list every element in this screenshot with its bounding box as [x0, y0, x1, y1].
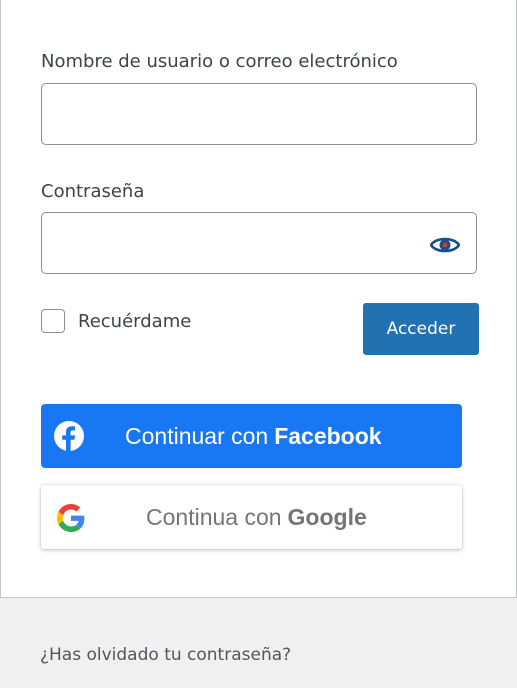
username-input[interactable] [41, 83, 477, 145]
remember-me-label: Recuérdame [78, 310, 192, 332]
login-form: Nombre de usuario o correo electrónico C… [0, 0, 517, 598]
eye-icon [430, 237, 460, 253]
google-button-prefix: Continua con [146, 503, 282, 530]
lost-password-link[interactable]: ¿Has olvidado tu contraseña? [40, 645, 291, 665]
google-button-text: Continua con Google [146, 485, 462, 549]
password-label: Contraseña [41, 181, 145, 202]
continue-with-google-button[interactable]: Continua con Google [41, 485, 462, 549]
username-label: Nombre de usuario o correo electrónico [41, 51, 398, 72]
facebook-button-prefix: Continuar con [125, 422, 269, 449]
show-password-button[interactable] [425, 230, 465, 260]
facebook-icon [54, 421, 84, 451]
google-button-brand: Google [287, 503, 367, 530]
facebook-button-text: Continuar con Facebook [125, 404, 462, 468]
google-icon [57, 504, 85, 532]
login-submit-button[interactable]: Acceder [363, 303, 479, 355]
remember-me-row[interactable]: Recuérdame [41, 309, 191, 333]
password-input[interactable] [41, 212, 477, 274]
remember-me-checkbox[interactable] [41, 309, 65, 333]
continue-with-facebook-button[interactable]: Continuar con Facebook [41, 404, 462, 468]
facebook-button-brand: Facebook [274, 422, 382, 449]
